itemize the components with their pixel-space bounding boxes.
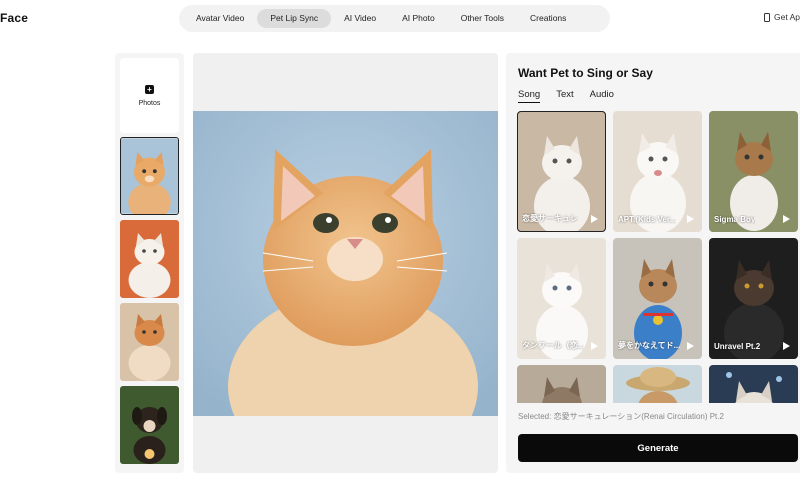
nav-pet-lip-sync[interactable]: Pet Lip Sync [257, 9, 332, 28]
puppy-image [120, 386, 179, 464]
orange-cat-image [121, 138, 178, 214]
pet-thumb-tabby-cat[interactable] [120, 303, 179, 381]
pet-preview-image [193, 111, 498, 416]
play-icon [591, 342, 598, 350]
phone-icon [764, 12, 770, 22]
song-card[interactable]: 夢をかなえてド... [613, 238, 702, 359]
photos-label: Photos [138, 99, 161, 107]
tab-audio[interactable]: Audio [590, 89, 614, 103]
play-icon [783, 215, 790, 223]
song-card-label: Sigma Boy [714, 215, 756, 224]
white-cat-image [120, 220, 179, 298]
nav-ai-video[interactable]: AI Video [331, 9, 389, 28]
play-icon [783, 342, 790, 350]
nav-creations[interactable]: Creations [517, 9, 579, 28]
logo[interactable]: Face [0, 11, 28, 25]
hat-cat-image [613, 365, 702, 403]
upload-photos-button[interactable]: + Photos [120, 58, 179, 133]
song-card-label: Unravel Pt.2 [714, 342, 761, 351]
night-cat-image [709, 365, 798, 403]
song-card-label: 夢をかなえてド... [618, 341, 681, 350]
song-card[interactable] [517, 365, 606, 403]
song-card[interactable] [613, 365, 702, 403]
tab-song[interactable]: Song [518, 89, 541, 103]
get-app-link[interactable]: Get Ap [764, 12, 800, 22]
pet-thumbnail-column: + Photos [115, 53, 184, 473]
selected-song-text: Selected: 恋愛サーキュレーション(Renai Circulation)… [518, 412, 724, 421]
tabby-cat-partial-image [517, 365, 606, 403]
pet-thumb-puppy[interactable] [120, 386, 179, 464]
song-grid: 恋愛サーキュレ APT.(Kids Ver... Sigma Boy タンフール… [517, 111, 800, 403]
tab-text[interactable]: Text [556, 89, 573, 103]
song-card[interactable]: タンフール（恋... [517, 238, 606, 359]
panel-title: Want Pet to Sing or Say [518, 66, 653, 80]
play-icon [591, 215, 598, 223]
song-card-label: タンフール（恋... [522, 341, 585, 350]
fluffy-kitten-image [613, 111, 702, 232]
tabby-cat-image [120, 303, 179, 381]
song-card[interactable] [709, 365, 798, 403]
mode-tabs: Song Text Audio [518, 89, 614, 103]
song-card[interactable]: Unravel Pt.2 [709, 238, 798, 359]
plus-icon: + [145, 84, 154, 94]
song-card-label: APT.(Kids Ver... [618, 215, 677, 224]
get-app-label: Get Ap [774, 12, 800, 22]
pet-thumb-orange-cat[interactable] [120, 137, 179, 215]
hooded-cat-image [709, 238, 798, 359]
song-card[interactable]: 恋愛サーキュレ [517, 111, 606, 232]
main-nav: Avatar Video Pet Lip Sync AI Video AI Ph… [179, 5, 610, 32]
song-card[interactable]: Sigma Boy [709, 111, 798, 232]
pet-thumb-white-cat[interactable] [120, 220, 179, 298]
generate-button[interactable]: Generate [518, 434, 798, 462]
nav-avatar-video[interactable]: Avatar Video [183, 9, 257, 28]
play-icon [687, 215, 694, 223]
song-panel: Want Pet to Sing or Say Song Text Audio … [506, 53, 800, 473]
preview-panel [193, 53, 498, 473]
song-card-label: 恋愛サーキュレ [522, 214, 578, 223]
song-card[interactable]: APT.(Kids Ver... [613, 111, 702, 232]
tabby-kitten-image [709, 111, 798, 232]
nav-ai-photo[interactable]: AI Photo [389, 9, 448, 28]
nav-other-tools[interactable]: Other Tools [448, 9, 517, 28]
play-icon [687, 342, 694, 350]
